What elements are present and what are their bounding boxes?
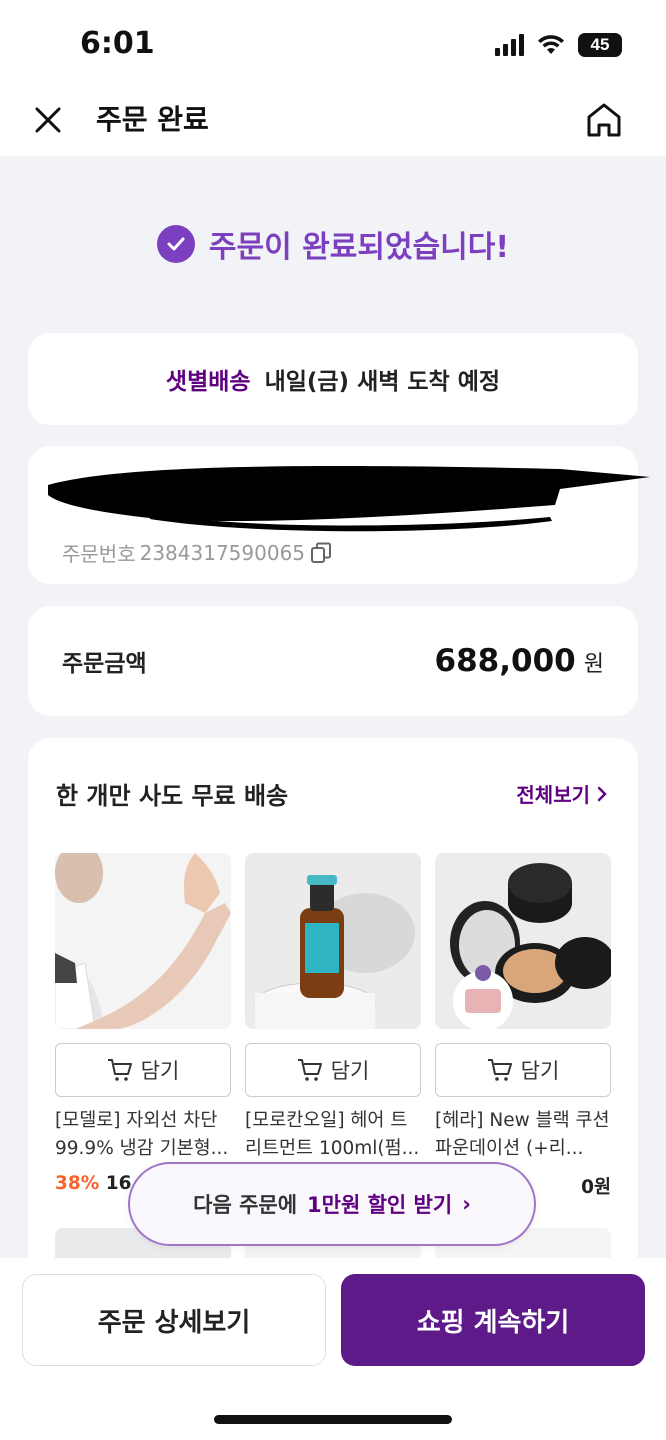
order-amount-card: 주문금액 688,000 원 [28,606,638,716]
amount-value: 688,000 [434,643,576,679]
delivery-type: 샛별배송 [165,369,251,395]
status-bar: 6:01 45 [0,0,666,86]
order-detail-button[interactable]: 주문 상세보기 [22,1274,326,1366]
order-number-row: 주문번호 2384317590065 [62,538,333,567]
coupon-text: 다음 주문에 [193,1193,298,1217]
product-image-hair-oil[interactable] [245,853,421,1029]
wifi-icon [538,35,564,54]
copy-icon[interactable] [309,541,333,565]
completion-text: 주문이 완료되었습니다! [208,230,510,265]
home-icon [587,103,621,137]
cart-icon [107,1059,132,1081]
product-name: [모로칸오일] 헤어 트리트먼트 100ml(펌... [245,1110,420,1159]
product-item[interactable]: 담기 [헤라] New 블랙 쿠션 파운데이션 (+리... 0원 [435,853,611,1199]
page-title: 주문 완료 [96,103,209,136]
close-icon [35,107,61,133]
recommendation-title: 한 개만 사도 무료 배송 [56,782,289,810]
status-icons: 45 [495,30,622,60]
product-image-cushion[interactable] [435,853,611,1029]
delivery-info-card: 샛별배송 내일(금) 새벽 도착 예정 [28,333,638,425]
view-all-link[interactable]: 전체보기 [516,779,608,808]
home-indicator [214,1415,452,1424]
continue-shopping-button[interactable]: 쇼핑 계속하기 [341,1274,645,1366]
price-value: 0원 [581,1177,611,1198]
arrival-estimate: 내일(금) 새벽 도착 예정 [264,369,501,395]
bottom-action-bar: 주문 상세보기 쇼핑 계속하기 [0,1258,666,1440]
order-number: 2384317590065 [139,540,306,565]
status-time: 6:01 [80,26,155,61]
check-circle-icon [156,225,195,263]
order-complete-message: 주문이 완료되었습니다! [0,222,666,266]
product-list: 담기 [모델로] 자외선 차단 99.9% 냉감 기본형... 38% 16,0 [55,853,611,1199]
next-order-coupon-button[interactable]: 다음 주문에 1만원 할인 받기 › [128,1162,536,1246]
add-to-cart-button[interactable]: 담기 [245,1043,421,1097]
add-to-cart-button[interactable]: 담기 [55,1043,231,1097]
coupon-highlight: 1만원 할인 받기 [307,1193,453,1217]
amount-label: 주문금액 [62,651,147,677]
cellular-signal-icon [495,34,524,56]
discount-rate: 38% [55,1173,100,1194]
product-item[interactable]: 담기 [모델로] 자외선 차단 99.9% 냉감 기본형... 38% 16,0 [55,853,231,1199]
cart-icon [487,1059,512,1081]
product-item[interactable]: 담기 [모로칸오일] 헤어 트리트먼트 100ml(펌... [245,853,421,1199]
product-name: [모델로] 자외선 차단 99.9% 냉감 기본형... [55,1110,229,1159]
order-number-label: 주문번호 [62,542,136,566]
chevron-right-icon [597,786,607,801]
battery-icon: 45 [578,33,622,57]
amount-unit: 원 [583,652,604,677]
product-image-arm-sleeve[interactable] [55,853,231,1029]
header: 주문 완료 [0,86,666,156]
product-name: [헤라] New 블랙 쿠션 파운데이션 (+리... [435,1110,610,1159]
home-button[interactable] [582,98,626,142]
close-button[interactable] [28,100,68,140]
chevron-right-icon: › [462,1192,471,1216]
add-to-cart-button[interactable]: 담기 [435,1043,611,1097]
cart-icon [297,1059,322,1081]
